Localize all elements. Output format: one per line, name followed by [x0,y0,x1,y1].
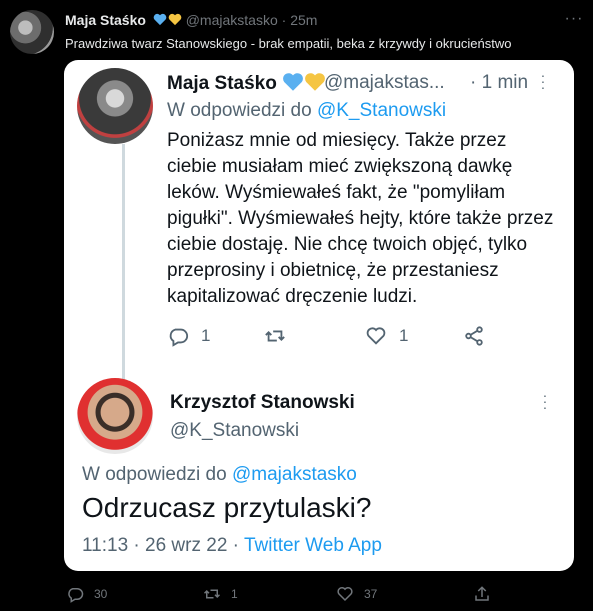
quoted-tweet-time: · 1 min [470,72,529,93]
quoted-tweet-text: Poniżasz mnie od miesięcy. Także przez c… [167,130,554,307]
reply-tweet-meta: 11:13 · 26 wrz 22 · Twitter Web App [82,535,382,556]
reply-button[interactable]: 30 [66,584,107,604]
reply-author-handle: @K_Stanowski [170,420,300,441]
reply-author-name: Krzysztof Stanowski [170,392,355,413]
more-options-icon[interactable]: ··· [564,10,584,30]
reply-context: W odpowiedzi do @majakstasko [82,464,357,485]
share-button[interactable] [473,584,491,604]
dot-separator: · [281,12,287,28]
quoted-reply-context: W odpowiedzi do @K_Stanowski [167,100,447,121]
blue-heart-icon [282,73,303,91]
like-action: 1 [365,325,408,347]
retweet-icon [203,589,221,599]
attached-image[interactable]: Maja Staśko @majakstas... · 1 min · · · W … [64,60,574,571]
like-button[interactable]: 37 [336,584,377,604]
more-options-icon: · · · [540,67,546,95]
quoted-author-handle: @majakstas... [324,72,445,93]
heart-icon [337,586,353,602]
share-icon [465,326,483,346]
author-name[interactable]: Maja Staśko [65,12,146,28]
reply-icon [169,328,189,347]
tweet-text: Prawdziwa twarz Stanowskiego - brak empa… [65,36,512,51]
retweet-icon [265,330,285,342]
reply-avatar [77,378,153,454]
quoted-author-name: Maja Staśko [167,72,326,95]
yellow-heart-icon [168,13,182,26]
reply-tweet-text: Odrzucasz przytulaski? [82,492,372,523]
avatar[interactable] [10,10,54,54]
tweet-header: Maja Staśko @majakstasko · 25m [65,12,317,28]
more-options-icon: · · · [542,387,548,415]
retweet-button[interactable]: 1 [203,584,238,604]
share-icon [475,586,489,601]
share-action [463,325,485,347]
tweet-time[interactable]: 25m [290,12,317,28]
blue-heart-icon [153,13,167,26]
heart-icon [366,327,386,345]
reply-action: 1 [167,325,210,347]
author-handle[interactable]: @majakstasko [186,12,278,28]
retweet-action [264,325,286,347]
quoted-tweet-actions: 1 1 [167,325,547,347]
yellow-heart-icon [304,73,325,91]
reply-icon [68,588,84,603]
quoted-avatar [77,68,153,144]
